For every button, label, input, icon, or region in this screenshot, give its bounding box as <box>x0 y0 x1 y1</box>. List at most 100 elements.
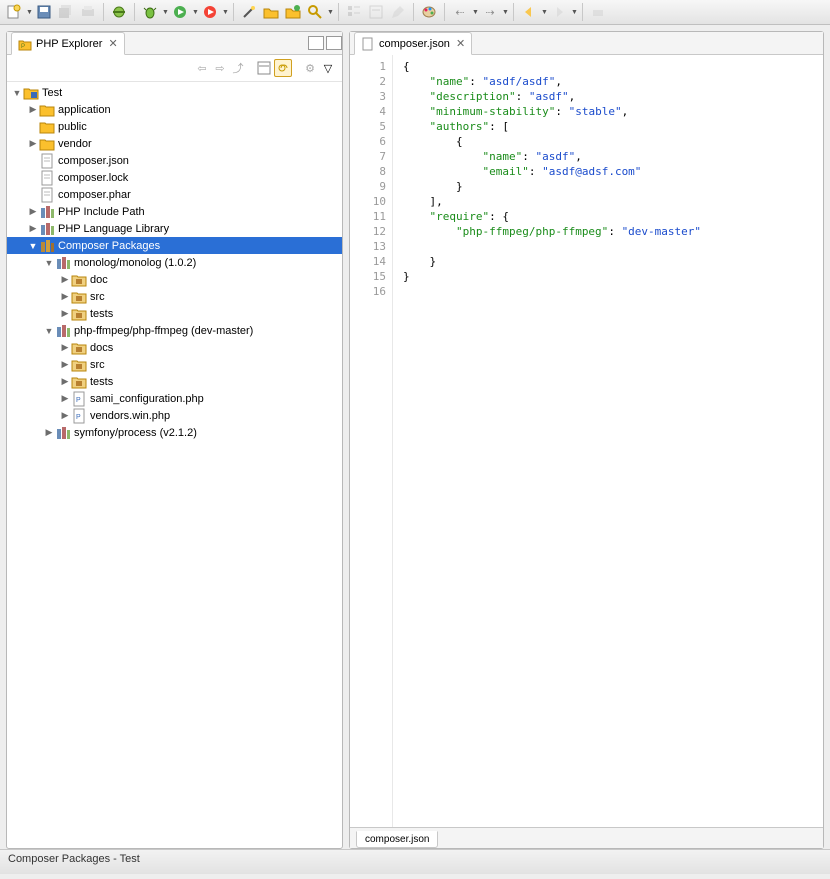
dropdown-arrow-icon[interactable]: ▼ <box>162 9 168 16</box>
code-content[interactable]: { "name": "asdf/asdf", "description": "a… <box>393 55 823 827</box>
source-folder-icon <box>71 374 87 390</box>
source-folder-icon <box>71 272 87 288</box>
tree-label: docs <box>90 342 119 354</box>
forward-history-button: ⇨ <box>212 60 228 76</box>
twisty-icon[interactable] <box>43 427 55 438</box>
file-icon <box>39 187 55 203</box>
twisty-icon[interactable] <box>59 308 71 319</box>
close-icon[interactable]: ✕ <box>108 37 117 50</box>
separator <box>338 3 339 21</box>
dropdown-arrow-icon[interactable]: ▼ <box>327 9 333 16</box>
php-file-icon: P <box>71 408 87 424</box>
debug-config-button[interactable] <box>109 2 129 22</box>
line-number: 8 <box>350 164 392 179</box>
wand-button[interactable] <box>239 2 259 22</box>
tree-php-include-path[interactable]: PHP Include Path <box>7 203 342 220</box>
search-button[interactable] <box>305 2 325 22</box>
line-number: 2 <box>350 74 392 89</box>
run-external-button[interactable] <box>200 2 220 22</box>
open-type-button[interactable] <box>283 2 303 22</box>
debug-button[interactable] <box>140 2 160 22</box>
dropdown-arrow-icon[interactable]: ▼ <box>222 9 228 16</box>
tree-file-vendors-win[interactable]: Pvendors.win.php <box>7 407 342 424</box>
explorer-tree[interactable]: Test application public vendor composer.… <box>7 82 342 848</box>
line-number: 15 <box>350 269 392 284</box>
twisty-icon[interactable] <box>59 359 71 370</box>
tree-label: symfony/process (v2.1.2) <box>74 427 203 439</box>
bottom-tab[interactable]: composer.json <box>356 831 438 848</box>
tree-package-monolog[interactable]: monolog/monolog (1.0.2) <box>7 254 342 271</box>
back-button[interactable] <box>519 2 539 22</box>
save-button[interactable] <box>34 2 54 22</box>
dropdown-arrow-icon[interactable]: ▼ <box>192 9 198 16</box>
line-number: 13 <box>350 239 392 254</box>
tree-folder-application[interactable]: application <box>7 101 342 118</box>
tree-folder-tests[interactable]: tests <box>7 305 342 322</box>
tree-folder-vendor[interactable]: vendor <box>7 135 342 152</box>
workbench: P PHP Explorer ✕ ⇦ ⇨ ⤴ ⚙ ▽ Test <box>0 25 830 849</box>
open-folder-button[interactable] <box>261 2 281 22</box>
line-number: 1 <box>350 59 392 74</box>
new-button[interactable] <box>4 2 24 22</box>
twisty-icon[interactable] <box>27 138 39 149</box>
twisty-icon[interactable] <box>59 393 71 404</box>
collapse-all-button[interactable] <box>256 60 272 76</box>
explorer-tabbar: P PHP Explorer ✕ <box>7 32 342 55</box>
tree-composer-packages[interactable]: Composer Packages <box>7 237 342 254</box>
separator <box>444 3 445 21</box>
library-icon <box>39 221 55 237</box>
close-icon[interactable]: ✕ <box>456 37 465 50</box>
tree-folder-doc[interactable]: doc <box>7 271 342 288</box>
twisty-icon[interactable] <box>11 88 23 98</box>
twisty-icon[interactable] <box>43 258 55 268</box>
twisty-icon[interactable] <box>43 326 55 336</box>
twisty-icon[interactable] <box>27 206 39 217</box>
tree-folder-docs[interactable]: docs <box>7 339 342 356</box>
tree-folder-src[interactable]: src <box>7 288 342 305</box>
tree-file-sami[interactable]: Psami_configuration.php <box>7 390 342 407</box>
source-folder-icon <box>71 306 87 322</box>
link-editor-button[interactable] <box>274 59 292 77</box>
task-button <box>366 2 386 22</box>
tree-folder-src2[interactable]: src <box>7 356 342 373</box>
source-folder-icon <box>71 357 87 373</box>
explorer-tab-label: PHP Explorer <box>36 38 102 50</box>
twisty-icon[interactable] <box>59 274 71 285</box>
twisty-icon[interactable] <box>27 104 39 115</box>
editor-area[interactable]: 1 2 3 4 5 6 7 8 9 10 11 12 13 14 15 16 {… <box>350 55 823 827</box>
php-file-icon: P <box>71 391 87 407</box>
maximize-view-button[interactable] <box>326 36 342 50</box>
tree-php-language-library[interactable]: PHP Language Library <box>7 220 342 237</box>
dropdown-arrow-icon[interactable]: ▼ <box>26 9 32 16</box>
forward-button <box>549 2 569 22</box>
tree-package-ffmpeg[interactable]: php-ffmpeg/php-ffmpeg (dev-master) <box>7 322 342 339</box>
twisty-icon[interactable] <box>27 241 39 251</box>
tree-folder-tests2[interactable]: tests <box>7 373 342 390</box>
twisty-icon[interactable] <box>27 223 39 234</box>
dropdown-arrow-icon[interactable]: ▼ <box>541 9 547 16</box>
editor-tabbar: composer.json ✕ <box>350 32 823 55</box>
tree-label: PHP Language Library <box>58 223 175 235</box>
minimize-view-button[interactable] <box>308 36 324 50</box>
explorer-tab[interactable]: P PHP Explorer ✕ <box>11 32 125 55</box>
tree-file-composer-lock[interactable]: composer.lock <box>7 169 342 186</box>
tree-file-composer-json[interactable]: composer.json <box>7 152 342 169</box>
svg-text:P: P <box>76 397 81 404</box>
tree-folder-public[interactable]: public <box>7 118 342 135</box>
twisty-icon[interactable] <box>59 342 71 353</box>
tree-file-composer-phar[interactable]: composer.phar <box>7 186 342 203</box>
tree-label: sami_configuration.php <box>90 393 210 405</box>
file-icon <box>361 37 375 51</box>
line-number: 9 <box>350 179 392 194</box>
palette-button[interactable] <box>419 2 439 22</box>
twisty-icon[interactable] <box>59 376 71 387</box>
tree-project[interactable]: Test <box>7 84 342 101</box>
view-menu-button[interactable]: ▽ <box>320 60 336 76</box>
run-button[interactable] <box>170 2 190 22</box>
dropdown-arrow-icon: ▼ <box>472 9 478 16</box>
twisty-icon[interactable] <box>59 410 71 421</box>
twisty-icon[interactable] <box>59 291 71 302</box>
tree-label: tests <box>90 376 119 388</box>
tree-package-symfony[interactable]: symfony/process (v2.1.2) <box>7 424 342 441</box>
editor-tab[interactable]: composer.json ✕ <box>354 32 472 55</box>
